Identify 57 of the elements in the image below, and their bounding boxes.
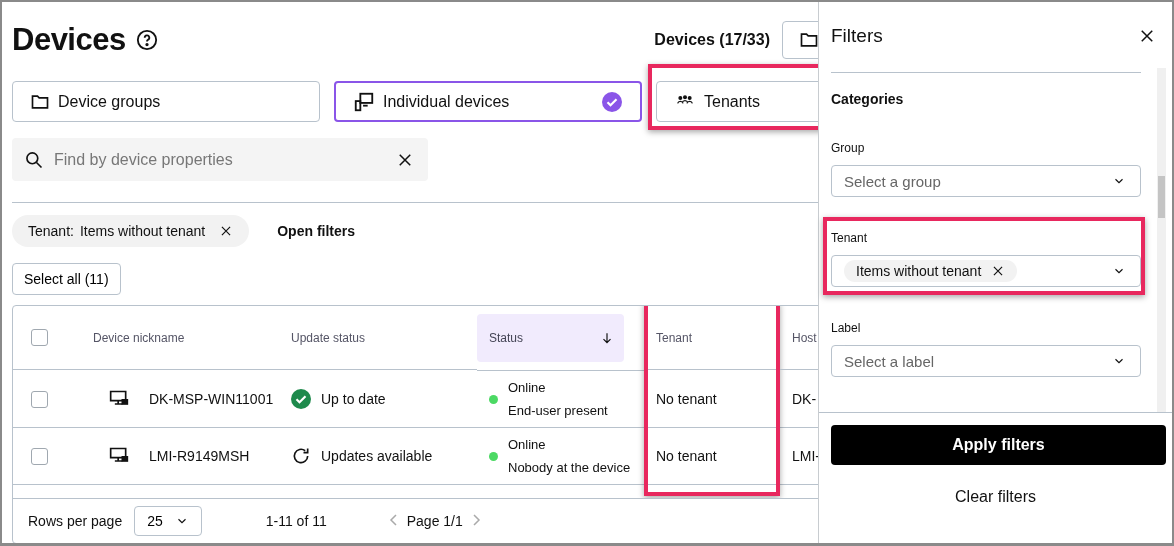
chip-value: Items without tenant bbox=[79, 223, 206, 239]
view-tab[interactable]: Tenants bbox=[656, 81, 818, 122]
view-tab[interactable]: Individual devices bbox=[334, 81, 642, 122]
page-range: 1-11 of 11 bbox=[265, 513, 327, 529]
table-cell: DK- bbox=[792, 391, 817, 407]
check-circle-icon bbox=[291, 389, 311, 409]
search-bar[interactable]: Find by device properties bbox=[12, 138, 428, 181]
chip-text: Tenant: bbox=[28, 223, 74, 239]
column-header[interactable]: Host bbox=[792, 330, 817, 345]
search-icon bbox=[24, 149, 44, 170]
select-field[interactable]: Select a group bbox=[831, 165, 1141, 197]
select-field[interactable]: Items without tenant bbox=[831, 255, 1141, 287]
device-count: Devices (17/33) bbox=[654, 31, 770, 49]
field-label: Label bbox=[831, 321, 861, 335]
search-field[interactable]: Find by device properties bbox=[52, 149, 388, 170]
field-label: Group bbox=[831, 141, 865, 155]
column-header[interactable]: Device nickname bbox=[93, 330, 185, 345]
table-cell: LMI-R9149MSH bbox=[149, 448, 250, 464]
rows-per-page-label: Rows per page bbox=[28, 513, 123, 529]
checkbox[interactable] bbox=[31, 447, 48, 465]
open-filters-link[interactable]: Open filters bbox=[271, 222, 362, 240]
checkbox[interactable] bbox=[31, 329, 48, 346]
presence-text: End-user present bbox=[508, 403, 608, 418]
table-cell: Updates available bbox=[321, 448, 433, 464]
sort-arrow-icon bbox=[600, 331, 614, 345]
field-label: Tenant bbox=[831, 231, 868, 245]
chevron-left-icon bbox=[388, 514, 399, 526]
page-indicator: Page 1/1 bbox=[406, 513, 463, 529]
refresh-icon bbox=[291, 446, 311, 466]
scrollbar[interactable] bbox=[1157, 68, 1166, 412]
checkbox[interactable] bbox=[31, 390, 48, 408]
status-text: Online bbox=[508, 380, 547, 395]
column-header[interactable]: Tenant bbox=[656, 330, 693, 345]
clear-filters-button[interactable]: Clear filters bbox=[819, 477, 1172, 517]
check-circle-icon bbox=[601, 90, 623, 113]
devices-icon bbox=[353, 90, 375, 113]
view-tab[interactable]: Device groups bbox=[12, 81, 320, 122]
folder-icon bbox=[799, 30, 818, 50]
tag-chip[interactable]: Items without tenant bbox=[844, 260, 1018, 282]
select-field[interactable]: Select a label bbox=[831, 345, 1141, 377]
apply-filters-button[interactable]: Apply filters bbox=[831, 425, 1166, 465]
section-title: Categories bbox=[831, 91, 905, 107]
page-title: Devices bbox=[12, 22, 126, 58]
panel-title: Filters bbox=[831, 24, 883, 47]
column-header[interactable]: Update status bbox=[291, 330, 366, 345]
table-cell: No tenant bbox=[656, 391, 717, 407]
chevron-right-icon bbox=[470, 514, 481, 526]
filter-chip[interactable]: Tenant: Items without tenant bbox=[12, 215, 250, 247]
table-cell: Up to date bbox=[321, 391, 386, 407]
table-cell: DK-MSP-WIN11001 bbox=[149, 391, 274, 407]
presence-text: Nobody at the device bbox=[508, 460, 631, 475]
select-all-button[interactable]: Select all (11) bbox=[12, 263, 121, 295]
column-header[interactable]: Status bbox=[477, 314, 624, 362]
help-icon bbox=[135, 29, 158, 51]
rows-per-page-select[interactable]: 25 bbox=[134, 506, 202, 536]
table-cell: No tenant bbox=[656, 448, 717, 464]
status-text: Online bbox=[508, 437, 547, 452]
